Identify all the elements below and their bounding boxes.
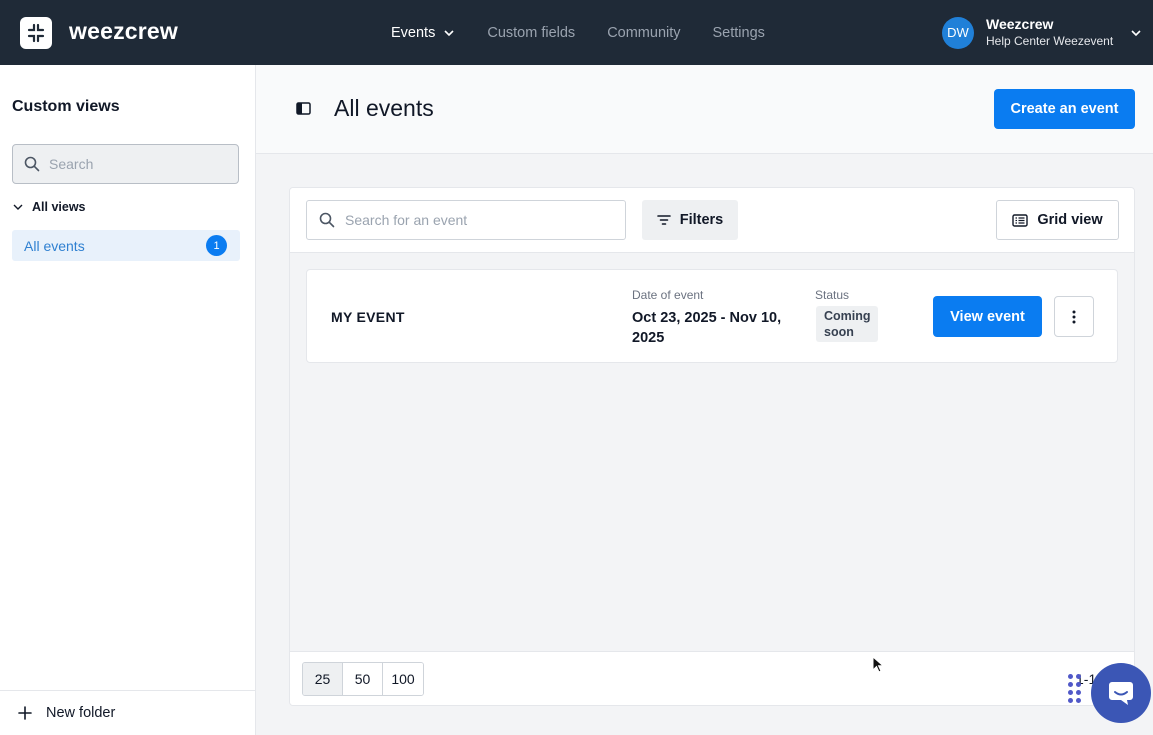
weezcrew-logo-icon[interactable] [20, 17, 52, 49]
page-title: All events [334, 95, 434, 121]
event-date: Oct 23, 2025 - Nov 10, 2025 [632, 310, 782, 346]
pagination-bar: 25 50 100 1-1 [290, 651, 1134, 705]
status-badge: Coming soon [816, 306, 878, 342]
search-icon [24, 156, 40, 172]
sidebar-item-label: All events [24, 237, 85, 254]
event-search-input[interactable] [345, 212, 615, 228]
event-date-label: Date of event [632, 288, 704, 302]
sidebar-search[interactable] [12, 144, 239, 184]
plus-icon [18, 706, 32, 720]
nav-events-label: Events [391, 24, 436, 41]
nav-custom-fields-label: Custom fields [487, 24, 576, 41]
chat-widget-button[interactable] [1091, 663, 1151, 723]
nav-settings-label: Settings [712, 24, 765, 41]
chevron-down-icon [444, 29, 454, 36]
filter-icon [656, 215, 671, 225]
events-toolbar: Filters Grid view [290, 188, 1134, 253]
more-options-button[interactable] [1054, 296, 1094, 337]
page-size-50[interactable]: 50 [343, 663, 383, 695]
search-icon [319, 212, 335, 228]
count-badge: 1 [206, 235, 227, 256]
filters-button[interactable]: Filters [642, 200, 738, 240]
page-size-25[interactable]: 25 [303, 663, 343, 695]
custom-views-sidebar: Custom views All views All events 1 New … [0, 65, 256, 735]
create-event-button[interactable]: Create an event [994, 89, 1135, 129]
user-menu-chevron-icon[interactable] [1130, 27, 1142, 39]
views-group-toggle[interactable]: All views [12, 200, 86, 214]
event-row[interactable]: MY EVENT Date of event Oct 23, 2025 - No… [306, 269, 1118, 363]
nav-community[interactable]: Community [607, 25, 680, 41]
event-name: MY EVENT [331, 309, 405, 325]
filters-label: Filters [679, 212, 724, 228]
chat-bubble-icon [1109, 682, 1133, 705]
nav-settings[interactable]: Settings [713, 25, 765, 41]
user-info: Weezcrew Help Center Weezevent [986, 16, 1113, 49]
nav-custom-fields[interactable]: Custom fields [487, 25, 575, 41]
top-navigation-bar: weezcrew Events Custom fields Community … [0, 0, 1153, 65]
user-name: Weezcrew [986, 16, 1054, 32]
toggle-sidebar-icon[interactable] [296, 102, 311, 115]
page-size-selector: 25 50 100 [302, 662, 424, 696]
events-panel: Filters Grid view MY EVENT Date of event… [289, 187, 1135, 706]
new-folder-label: New folder [46, 705, 116, 721]
page-size-100[interactable]: 100 [383, 663, 423, 695]
view-event-button[interactable]: View event [933, 296, 1042, 337]
event-status-label: Status [815, 288, 850, 302]
list-view-icon [1012, 213, 1029, 227]
logo-text[interactable]: weezcrew [69, 18, 178, 45]
drag-handle-icon[interactable] [1068, 674, 1081, 703]
chevron-down-icon [13, 204, 23, 210]
event-search[interactable] [306, 200, 626, 240]
grid-view-label: Grid view [1037, 212, 1103, 228]
user-menu[interactable]: DW Weezcrew Help Center Weezevent [942, 16, 1113, 49]
page-header: All events Create an event [256, 65, 1153, 154]
nav-events[interactable]: Events [391, 25, 455, 41]
main-nav: Events Custom fields Community Settings [391, 0, 765, 65]
sidebar-item-all-events[interactable]: All events 1 [12, 230, 240, 261]
vertical-ellipsis-icon [1072, 310, 1076, 323]
user-organization: Help Center Weezevent [986, 34, 1114, 48]
sidebar-search-input[interactable] [49, 156, 229, 172]
new-folder-button[interactable]: New folder [0, 690, 255, 735]
avatar[interactable]: DW [942, 16, 974, 49]
nav-community-label: Community [607, 24, 681, 41]
mouse-cursor-icon [872, 656, 884, 673]
views-group-label: All views [32, 200, 86, 214]
grid-view-button[interactable]: Grid view [996, 200, 1119, 240]
sidebar-title: Custom views [12, 98, 120, 115]
